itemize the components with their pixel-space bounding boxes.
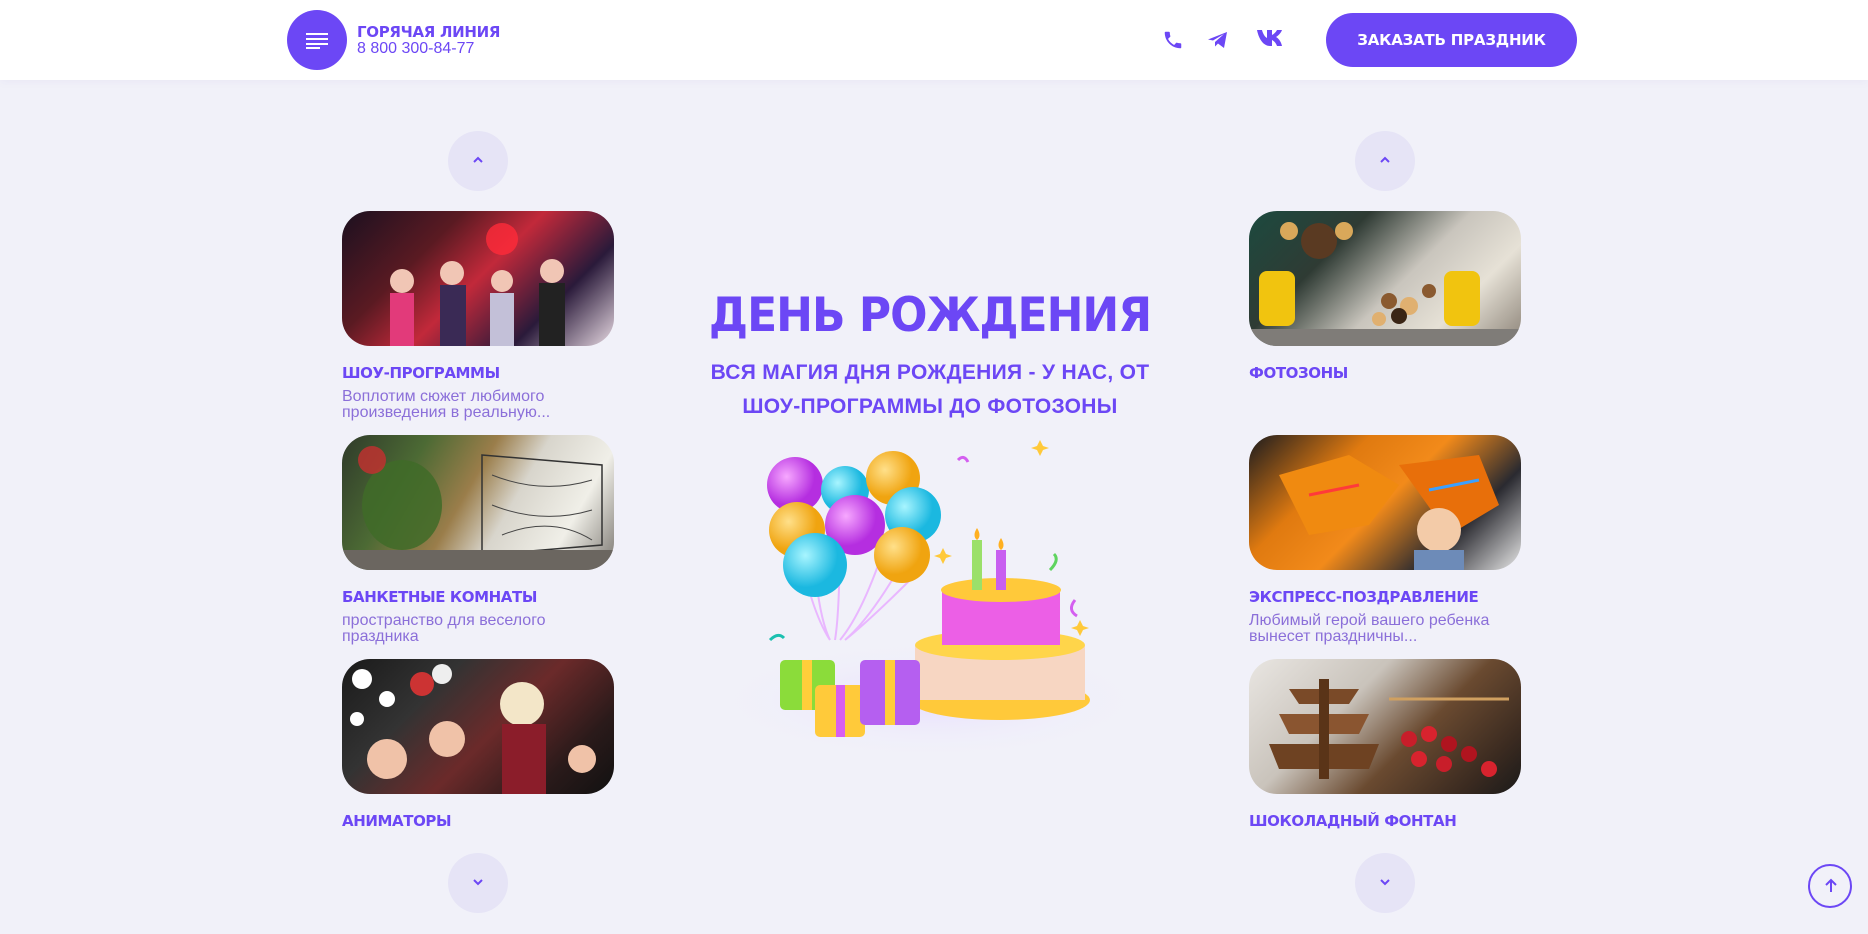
- express-greeting-photo[interactable]: [1249, 435, 1521, 570]
- service-desc: Любимый герой вашего ребенка вынесет пра…: [1249, 613, 1490, 645]
- order-party-button[interactable]: ЗАКАЗАТЬ ПРАЗДНИК: [1326, 13, 1577, 67]
- show-programs-photo[interactable]: [342, 211, 614, 346]
- service-title[interactable]: ШОУ-ПРОГРАММЫ: [342, 364, 500, 382]
- menu-button[interactable]: [287, 10, 347, 70]
- photo-zones-photo[interactable]: [1249, 211, 1521, 346]
- service-title[interactable]: БАНКЕТНЫЕ КОМНАТЫ: [342, 588, 537, 606]
- chevron-up-icon: [473, 156, 483, 163]
- arrow-up-icon: [1825, 878, 1837, 892]
- service-title[interactable]: ФОТОЗОНЫ: [1249, 364, 1348, 382]
- left-scroll-down-button[interactable]: [448, 853, 508, 913]
- scroll-to-top-button[interactable]: [1808, 864, 1852, 908]
- right-scroll-down-button[interactable]: [1355, 853, 1415, 913]
- service-title[interactable]: ШОКОЛАДНЫЙ ФОНТАН: [1249, 812, 1457, 830]
- banquet-rooms-photo[interactable]: [342, 435, 614, 570]
- left-scroll-up-button[interactable]: [448, 131, 508, 191]
- animators-photo[interactable]: [342, 659, 614, 794]
- chevron-down-icon: [473, 879, 483, 886]
- phone-icon[interactable]: [1162, 28, 1184, 52]
- service-title[interactable]: ЭКСПРЕСС-ПОЗДРАВЛЕНИЕ: [1249, 588, 1479, 606]
- service-title[interactable]: АНИМАТОРЫ: [342, 812, 452, 830]
- service-desc: пространство для веселого праздника: [342, 613, 546, 645]
- telegram-icon[interactable]: [1205, 28, 1231, 52]
- vk-icon[interactable]: [1256, 28, 1286, 48]
- chevron-down-icon: [1380, 879, 1390, 886]
- chevron-up-icon: [1380, 156, 1390, 163]
- service-desc: Воплотим сюжет любимого произведения в р…: [342, 389, 551, 421]
- page-title: ДЕНЬ РОЖДЕНИЯ: [708, 287, 1152, 344]
- site-header: ГОРЯЧАЯ ЛИНИЯ 8 800 300-84-77 ЗАКАЗАТЬ П…: [0, 0, 1868, 80]
- page-subtitle: ВСЯ МАГИЯ ДНЯ РОЖДЕНИЯ - У НАС, ОТ ШОУ-П…: [710, 361, 1150, 418]
- hotline-title: ГОРЯЧАЯ ЛИНИЯ: [357, 23, 501, 41]
- menu-icon: [306, 33, 328, 49]
- hotline-phone[interactable]: 8 800 300-84-77: [357, 40, 474, 58]
- birthday-cake-illustration: [710, 440, 1150, 760]
- chocolate-fountain-photo[interactable]: [1249, 659, 1521, 794]
- right-scroll-up-button[interactable]: [1355, 131, 1415, 191]
